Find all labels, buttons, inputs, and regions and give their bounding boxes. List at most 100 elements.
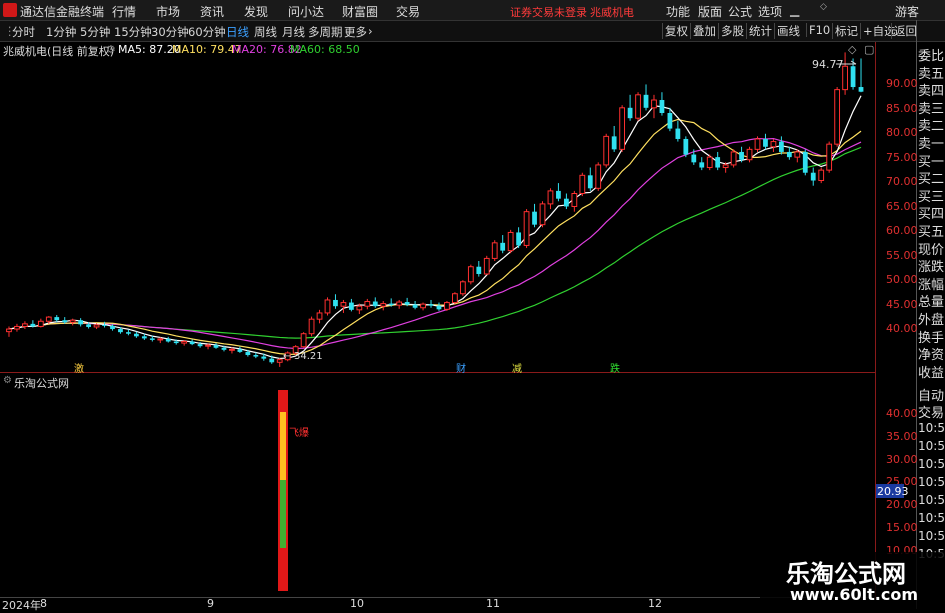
- candle[interactable]: [500, 235, 506, 254]
- candle[interactable]: [754, 136, 761, 152]
- side-item[interactable]: 收益: [918, 362, 944, 381]
- menu-gongshi[interactable]: 公式: [728, 3, 752, 20]
- candle[interactable]: [532, 203, 537, 228]
- side-item[interactable]: 外盘: [918, 309, 944, 328]
- candle[interactable]: [333, 294, 338, 309]
- side-item[interactable]: 涨幅: [918, 274, 944, 293]
- candle[interactable]: [746, 146, 753, 163]
- candle[interactable]: [324, 297, 331, 316]
- candle[interactable]: [22, 321, 28, 330]
- candle[interactable]: [126, 329, 131, 336]
- period-fenshi[interactable]: 分时: [12, 24, 35, 40]
- candlestick-chart[interactable]: [0, 42, 875, 372]
- candle[interactable]: [763, 133, 768, 150]
- menu-shichang[interactable]: 市场: [156, 3, 180, 20]
- candle[interactable]: [30, 320, 36, 328]
- candle[interactable]: [380, 301, 387, 311]
- candle[interactable]: [308, 316, 315, 337]
- marker-die[interactable]: 跌: [610, 360, 620, 375]
- candle[interactable]: [428, 299, 434, 308]
- candle[interactable]: [564, 193, 569, 210]
- candle[interactable]: [818, 167, 825, 184]
- candle[interactable]: [372, 297, 378, 308]
- candle[interactable]: [627, 94, 633, 121]
- side-item[interactable]: 净资: [918, 344, 944, 363]
- candle[interactable]: [786, 146, 792, 160]
- btn-huaxian[interactable]: 画线: [774, 23, 802, 39]
- period-60min[interactable]: 60分钟: [188, 24, 226, 40]
- btn-fanhui[interactable]: 返回: [891, 23, 919, 39]
- candle[interactable]: [523, 209, 530, 249]
- maximize-icon[interactable]: ◇: [820, 2, 827, 12]
- candle[interactable]: [396, 299, 403, 309]
- period-15min[interactable]: 15分钟: [114, 24, 152, 40]
- candle[interactable]: [14, 323, 20, 332]
- candle[interactable]: [316, 309, 323, 324]
- candle[interactable]: [459, 280, 466, 296]
- candle[interactable]: [770, 138, 777, 152]
- candle[interactable]: [69, 318, 76, 326]
- side-item[interactable]: 买三: [918, 186, 944, 205]
- chevron-right-icon[interactable]: ›: [368, 24, 373, 38]
- menu-caifuquan[interactable]: 财富圈: [342, 3, 378, 20]
- period-multi[interactable]: 多周期: [308, 24, 343, 40]
- side-lower-item[interactable]: 交易: [918, 402, 944, 421]
- candle[interactable]: [516, 227, 521, 249]
- side-item[interactable]: 换手: [918, 327, 944, 346]
- candle[interactable]: [476, 261, 482, 277]
- candle[interactable]: [6, 326, 12, 337]
- btn-diejia[interactable]: 叠加: [690, 23, 718, 39]
- candle[interactable]: [340, 299, 347, 313]
- trade-login-warning[interactable]: 证券交易未登录: [510, 4, 587, 20]
- candle[interactable]: [571, 190, 578, 212]
- side-item[interactable]: 买四: [918, 203, 944, 222]
- candle[interactable]: [556, 183, 561, 202]
- candle[interactable]: [619, 105, 626, 152]
- side-item[interactable]: 卖五: [918, 63, 944, 82]
- candle[interactable]: [699, 157, 705, 171]
- candle[interactable]: [651, 94, 657, 119]
- candle[interactable]: [587, 167, 593, 191]
- btn-f10[interactable]: F10: [806, 23, 832, 37]
- side-item[interactable]: 卖三: [918, 98, 944, 117]
- candle[interactable]: [539, 201, 546, 228]
- candle[interactable]: [611, 125, 617, 152]
- candle[interactable]: [802, 149, 808, 176]
- marker-cai[interactable]: 财: [456, 360, 466, 375]
- menu-wenxiaoda[interactable]: 问小达: [288, 3, 324, 20]
- indicator-gear-icon[interactable]: ⚙: [3, 375, 12, 386]
- candle[interactable]: [659, 92, 665, 116]
- period-more[interactable]: 更多: [344, 24, 367, 40]
- candle[interactable]: [300, 332, 307, 348]
- candle[interactable]: [237, 346, 243, 353]
- candle[interactable]: [436, 302, 442, 311]
- btn-fuquan[interactable]: 复权: [662, 23, 690, 39]
- candle[interactable]: [37, 318, 44, 328]
- period-weekly[interactable]: 周线: [254, 24, 277, 40]
- menu-jiaoyi[interactable]: 交易: [396, 3, 420, 20]
- period-30min[interactable]: 30分钟: [151, 24, 189, 40]
- candle[interactable]: [715, 151, 721, 171]
- btn-tongji[interactable]: 统计: [746, 23, 774, 39]
- candle[interactable]: [507, 229, 514, 254]
- candle[interactable]: [730, 149, 737, 168]
- candle[interactable]: [467, 264, 474, 285]
- marker-jian[interactable]: 减: [512, 360, 522, 375]
- candle[interactable]: [165, 336, 171, 343]
- menu-zixun[interactable]: 资讯: [200, 3, 224, 20]
- side-item[interactable]: 委比: [918, 45, 944, 64]
- period-daily[interactable]: 日线: [226, 24, 249, 40]
- candle[interactable]: [706, 154, 713, 171]
- minimize-icon[interactable]: ▁: [790, 3, 799, 17]
- side-item[interactable]: 买一: [918, 151, 944, 170]
- guest-label[interactable]: 游客: [895, 3, 919, 20]
- marker-ji[interactable]: 激: [74, 360, 84, 375]
- menu-banmian[interactable]: 版面: [698, 3, 722, 20]
- side-item[interactable]: 现价: [918, 239, 944, 258]
- candle[interactable]: [213, 343, 219, 349]
- period-monthly[interactable]: 月线: [282, 24, 305, 40]
- period-1min[interactable]: 1分钟: [46, 24, 76, 40]
- candle[interactable]: [364, 298, 371, 310]
- candle[interactable]: [675, 120, 681, 142]
- candle[interactable]: [412, 301, 418, 310]
